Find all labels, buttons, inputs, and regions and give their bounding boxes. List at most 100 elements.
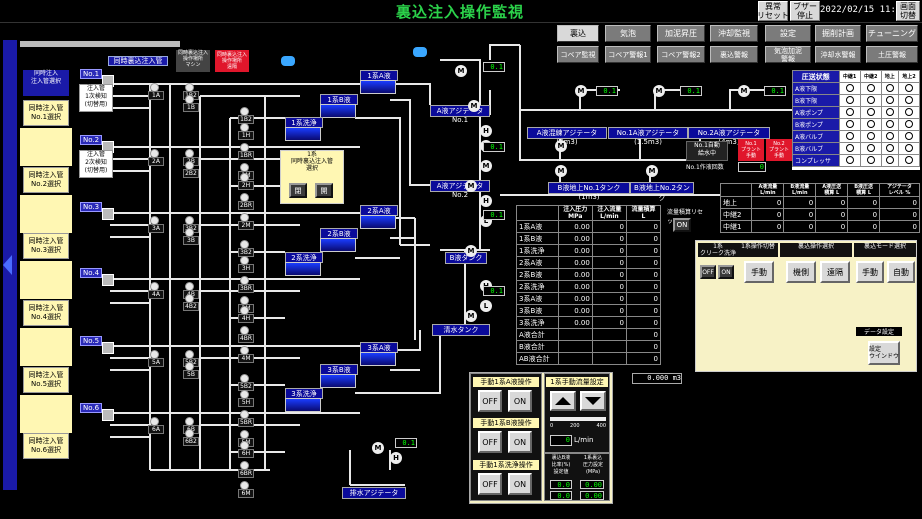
- pipe-open-button[interactable]: 開: [315, 183, 333, 198]
- creek-wash-on-button[interactable]: ON: [718, 265, 734, 279]
- inj-cell: 0.00: [557, 256, 593, 269]
- nav2-4[interactable]: 気泡加泥 警報: [765, 46, 811, 63]
- valve-label-g6-4: 6BR: [238, 469, 254, 478]
- flow-col-1: B液流量 L/min: [783, 183, 817, 197]
- a-agitator-1-label: A液アジテータNo.1: [430, 105, 490, 124]
- op-switch-manual-button[interactable]: 手動: [744, 261, 774, 283]
- manual-b-header: 手動1系B液操作: [473, 418, 539, 428]
- manual-b-off-button[interactable]: OFF: [478, 431, 502, 453]
- inj-cell: 0.00: [557, 244, 593, 257]
- level-H-icon-6: H: [480, 195, 492, 207]
- pump-p2a[interactable]: [360, 215, 396, 229]
- status-lamp: [859, 106, 882, 119]
- level-M-icon-11: M: [465, 310, 477, 322]
- status-lamp: [859, 142, 882, 155]
- pump-p2c[interactable]: [285, 262, 321, 276]
- a-no1-agitator-label: No.1A液アジテータ(1.5m3): [608, 127, 688, 146]
- manual-wash-off-button[interactable]: OFF: [478, 473, 502, 495]
- pipe-select-5-button[interactable]: 同時注入管 No.5選択: [23, 367, 69, 393]
- inj-cell: 0.00: [557, 232, 593, 245]
- press-value-2[interactable]: 0.00: [580, 491, 604, 500]
- manual-a-off-button[interactable]: OFF: [478, 390, 502, 412]
- pump-p1a[interactable]: [360, 80, 396, 94]
- press-value-1[interactable]: 0.00: [580, 480, 604, 489]
- valve-label-g5-0: 5A: [148, 358, 164, 367]
- pump-p1b[interactable]: [320, 104, 356, 118]
- nav-3[interactable]: 沖却監視: [710, 25, 758, 42]
- pipe-select-4-area: [20, 328, 72, 366]
- manual-b-on-button[interactable]: ON: [508, 431, 532, 453]
- settings-window-button[interactable]: 設定 ウインドウ: [868, 341, 900, 365]
- nav-1[interactable]: 気泡: [605, 25, 651, 42]
- level-M-icon-12: M: [372, 442, 384, 454]
- inj-row-6: 3系A液: [516, 292, 559, 305]
- status-lamp: [880, 82, 899, 95]
- op-select-remote-button[interactable]: 遠隔: [820, 261, 850, 283]
- creek-wash-off-button[interactable]: OFF: [700, 265, 716, 279]
- inj-cell: 0: [625, 340, 662, 353]
- simul-pipe-header: 同時裏込注入管: [108, 56, 168, 66]
- nav-4[interactable]: 設定: [765, 25, 811, 42]
- inj-cell: 0.00: [557, 280, 593, 293]
- nav-6[interactable]: チューニング: [866, 25, 918, 42]
- pipe-select-3-button[interactable]: 同時注入管 No.3選択: [23, 233, 69, 259]
- flow-reset-button[interactable]: ON: [673, 218, 691, 232]
- mode-manual-button[interactable]: 手動: [856, 261, 884, 283]
- inj-row-1: 1系B液: [516, 232, 559, 245]
- pressure-row-6: コンプレッサ: [792, 154, 840, 167]
- op-header-0: 1系 クリーク洗浄: [698, 243, 738, 257]
- pump-p1c[interactable]: [285, 127, 321, 141]
- nav2-1[interactable]: コベア警報1: [605, 46, 651, 63]
- inj-cell: 0: [625, 280, 662, 293]
- nav-5[interactable]: 掘削計画: [815, 25, 861, 42]
- b-ground-tank-2-label: B液地上No.2タンク: [630, 182, 694, 202]
- nav2-6[interactable]: 土圧警報: [866, 46, 918, 63]
- pump-p2b[interactable]: [320, 238, 356, 252]
- op-select-machine-button[interactable]: 機側: [786, 261, 816, 283]
- buzzer-stop-button[interactable]: ブザー 停止: [790, 1, 820, 21]
- manual-wash-on-button[interactable]: ON: [508, 473, 532, 495]
- pump-p3b[interactable]: [320, 374, 356, 388]
- inj-row-0: 1系A液: [516, 220, 559, 233]
- flow-down-button[interactable]: [580, 391, 606, 411]
- pipe-select-title: 1系 同時裏込注入管 選択: [290, 151, 333, 172]
- nav-0[interactable]: 裏込: [557, 25, 599, 42]
- scale-200: 200: [570, 423, 580, 429]
- inj-cell: 0.00: [557, 316, 593, 329]
- pipe-select-1-area: [20, 128, 72, 166]
- op-header-3: 裏込モード選択: [854, 243, 916, 257]
- no-3-label: No.3: [80, 202, 102, 212]
- alarm-reset-button[interactable]: 異常 リセット: [757, 1, 789, 21]
- pipe-select-2-button[interactable]: 同時注入管 No.2選択: [23, 167, 69, 193]
- pipe-select-4-button[interactable]: 同時注入管 No.4選択: [23, 300, 69, 326]
- nav2-3[interactable]: 裏込警報: [710, 46, 758, 63]
- b-ratio-label: 裏込B液 比率(%) 設定値: [551, 455, 571, 475]
- pipe-detect-2: 注入管 2次検知 (切替用): [79, 150, 113, 178]
- screen-switch-button[interactable]: 画面 切替: [896, 1, 920, 21]
- pipe-select-1-button[interactable]: 同時注入管 No.1選択: [23, 100, 69, 126]
- inj-cell: 0: [625, 304, 662, 317]
- mode-auto-button[interactable]: 自動: [887, 261, 915, 283]
- pump-p3c[interactable]: [285, 398, 321, 412]
- data-set-label: データ設定: [856, 327, 902, 336]
- nav2-0[interactable]: コベア監視: [557, 46, 599, 63]
- inj-cell: 0: [591, 244, 627, 257]
- inj-cell: 0: [591, 316, 627, 329]
- manual-a-on-button[interactable]: ON: [508, 390, 532, 412]
- nav2-5[interactable]: 沖却水警報: [815, 46, 861, 63]
- inj-row-3: 2系A液: [516, 256, 559, 269]
- b-ratio-value-2[interactable]: 0.0: [550, 491, 572, 500]
- pipe-select-6-button[interactable]: 同時注入管 No.6選択: [23, 433, 69, 459]
- pump-p3a[interactable]: [360, 352, 396, 366]
- inj-row-8: 3系洗浄: [516, 316, 559, 329]
- nav-2[interactable]: 加泥昇圧: [657, 25, 705, 42]
- center-meter-2: 0.1: [483, 286, 505, 296]
- flow-col-0: A液流量 L/min: [751, 183, 785, 197]
- b-ratio-value-1[interactable]: 0.0: [550, 480, 572, 489]
- pipe-close-button[interactable]: 閉: [289, 183, 307, 198]
- valve-label-g4-0: 4A: [148, 290, 164, 299]
- nav2-2[interactable]: コベア警報2: [657, 46, 705, 63]
- flow-up-button[interactable]: [550, 391, 576, 411]
- pressure-col-2: 地上: [880, 70, 899, 83]
- flow-slider-track[interactable]: [550, 417, 606, 421]
